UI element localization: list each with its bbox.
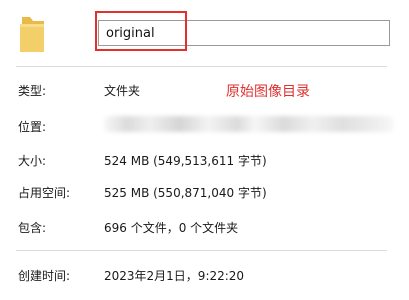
divider bbox=[16, 66, 387, 67]
location-label: 位置: bbox=[18, 120, 47, 134]
size-on-disk-value: 525 MB (550,871,040 字节) bbox=[104, 186, 267, 200]
folder-name-input[interactable] bbox=[98, 20, 390, 46]
created-value: 2023年2月1日，9:22:20 bbox=[104, 269, 245, 283]
contains-label: 包含: bbox=[18, 221, 47, 235]
divider bbox=[16, 250, 387, 251]
created-label: 创建时间: bbox=[18, 269, 71, 283]
type-value: 文件夹 bbox=[104, 84, 141, 98]
type-label: 类型: bbox=[18, 84, 47, 98]
size-on-disk-label: 占用空间: bbox=[18, 186, 71, 200]
contains-value: 696 个文件，0 个文件夹 bbox=[104, 221, 239, 235]
size-label: 大小: bbox=[18, 154, 47, 168]
location-value-blurred bbox=[104, 116, 394, 132]
size-value: 524 MB (549,513,611 字节) bbox=[104, 154, 267, 168]
annotation-text: 原始图像目录 bbox=[226, 84, 310, 100]
folder-icon bbox=[16, 14, 48, 54]
